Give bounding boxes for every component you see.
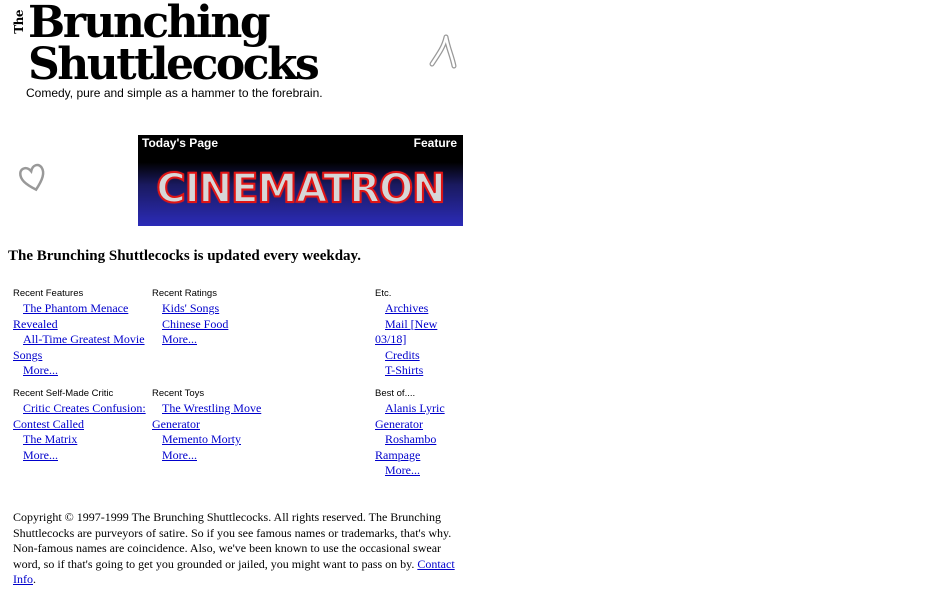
copyright-end: . [33,572,36,586]
more-link[interactable]: More... [162,448,197,462]
recent-ratings-section: Recent Ratings Kids' Songs Chinese Food … [152,288,287,348]
tshirts-link[interactable]: T-Shirts [385,363,423,377]
logo-line2: Shuttlecocks [28,39,320,90]
more-link[interactable]: More... [385,463,420,477]
recent-feature-link[interactable]: All-Time Greatest Movie Songs [13,332,145,362]
banner-left-label: Today's Page [142,136,218,150]
toy-link[interactable]: Memento Morty [162,432,241,446]
credits-link[interactable]: Credits [385,348,420,362]
critic-link[interactable]: The Matrix [23,432,77,446]
more-link[interactable]: More... [23,363,58,377]
recent-rating-link[interactable]: Kids' Songs [162,301,219,315]
critic-link[interactable]: Critic Creates Confusion: Contest Called [13,401,146,431]
archives-link[interactable]: Archives [385,301,428,315]
mail-link[interactable]: Mail [New 03/18] [375,317,437,347]
todays-page-banner[interactable]: Today's Page Feature CINEMATRON [138,135,463,226]
more-link[interactable]: More... [23,448,58,462]
banner-title: CINEMATRON [155,165,446,213]
section-heading: Best of.... [375,388,416,399]
banner-right-label: Feature [413,136,457,150]
section-heading: Recent Self-Made Critic [13,388,114,399]
logo-the: The [12,10,26,34]
etc-section: Etc. Archives Mail [New 03/18] Credits T… [375,288,455,379]
best-of-link[interactable]: Alanis Lyric Generator [375,401,445,431]
site-logo[interactable]: The Brunching Shuttlecocks Comedy, pure … [12,0,342,100]
section-heading: Recent Toys [152,388,205,399]
copyright-notice: Copyright © 1997-1999 The Brunching Shut… [13,510,465,588]
recent-features-section: Recent Features The Phantom Menace Revea… [13,288,148,379]
recent-rating-link[interactable]: Chinese Food [162,317,228,331]
recent-feature-link[interactable]: The Phantom Menace Revealed [13,301,128,331]
tagline: Comedy, pure and simple as a hammer to t… [26,86,323,100]
toy-link[interactable]: The Wrestling Move Generator [152,401,261,431]
best-of-section: Best of.... Alanis Lyric Generator Rosha… [375,388,455,479]
heart-icon [19,163,45,192]
section-heading: Etc. [375,288,392,299]
copyright-text: Copyright © 1997-1999 The Brunching Shut… [13,510,452,571]
page-headline: The Brunching Shuttlecocks is updated ev… [8,248,361,264]
section-heading: Recent Features [13,288,84,299]
self-made-critic-section: Recent Self-Made Critic Critic Creates C… [13,388,148,463]
more-link[interactable]: More... [162,332,197,346]
section-heading: Recent Ratings [152,288,217,299]
wishbone-icon [429,34,457,69]
recent-toys-section: Recent Toys The Wrestling Move Generator… [152,388,287,463]
best-of-link[interactable]: Roshambo Rampage [375,432,436,462]
